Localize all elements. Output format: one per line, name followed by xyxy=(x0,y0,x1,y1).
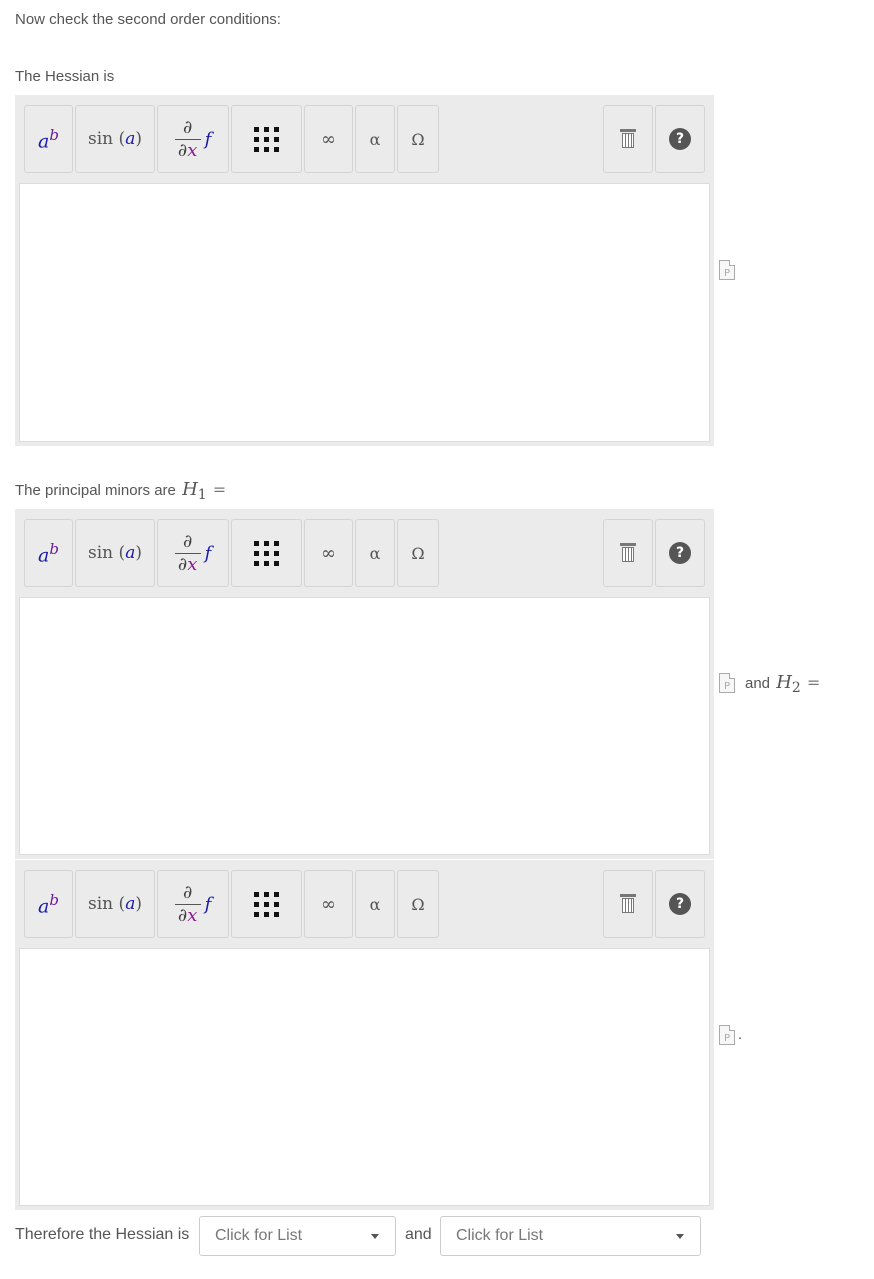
editor-toolbar: ab sin (a) ∂ ∂x f ∞ α Ω ? xyxy=(15,509,714,597)
help-icon: ? xyxy=(669,542,691,564)
omega-button[interactable]: Ω xyxy=(397,105,439,173)
math-input-area[interactable] xyxy=(19,183,710,442)
infinity-button[interactable]: ∞ xyxy=(304,105,353,173)
hessian-editor: ab sin (a) ∂ ∂x f ∞ α Ω ? xyxy=(15,95,714,446)
preview-doc-icon[interactable]: P xyxy=(719,260,735,280)
help-button[interactable]: ? xyxy=(655,519,705,587)
power-button[interactable]: ab xyxy=(24,870,73,938)
alpha-button[interactable]: α xyxy=(355,105,395,173)
matrix-icon xyxy=(254,891,279,917)
dropdown-caret-icon xyxy=(371,1234,379,1239)
preview-doc-icon[interactable]: P xyxy=(719,1025,735,1045)
therefore-label: Therefore the Hessian is xyxy=(15,1226,190,1243)
function-button[interactable]: sin (a) xyxy=(75,105,155,173)
alpha-button[interactable]: α xyxy=(355,870,395,938)
matrix-button[interactable] xyxy=(231,519,302,587)
matrix-icon xyxy=(254,540,279,566)
minors-label: The principal minors are H1 = xyxy=(15,479,227,503)
help-button[interactable]: ? xyxy=(655,870,705,938)
clear-button[interactable] xyxy=(603,105,653,173)
clear-button[interactable] xyxy=(603,519,653,587)
omega-button[interactable]: Ω xyxy=(397,519,439,587)
infinity-button[interactable]: ∞ xyxy=(304,519,353,587)
hessian-label: The Hessian is xyxy=(15,68,115,85)
trash-icon xyxy=(620,894,636,914)
intro-text: Now check the second order conditions: xyxy=(15,11,281,28)
h2-editor: ab sin (a) ∂ ∂x f ∞ α Ω ? xyxy=(15,860,714,1210)
help-icon: ? xyxy=(669,128,691,150)
hessian-definiteness-dropdown-1[interactable]: Click for List xyxy=(199,1216,396,1256)
h2-label: and H2 = xyxy=(745,672,821,696)
h1-editor: ab sin (a) ∂ ∂x f ∞ α Ω ? xyxy=(15,509,714,859)
conjunction-text: and xyxy=(405,1226,432,1243)
function-button[interactable]: sin (a) xyxy=(75,870,155,938)
function-button[interactable]: sin (a) xyxy=(75,519,155,587)
dropdown-caret-icon xyxy=(676,1234,684,1239)
matrix-button[interactable] xyxy=(231,105,302,173)
power-button[interactable]: ab xyxy=(24,105,73,173)
derivative-button[interactable]: ∂ ∂x f xyxy=(157,519,229,587)
dropdown-placeholder: Click for List xyxy=(456,1227,544,1244)
derivative-button[interactable]: ∂ ∂x f xyxy=(157,870,229,938)
help-icon: ? xyxy=(669,893,691,915)
period-text: . xyxy=(738,1026,743,1043)
editor-toolbar: ab sin (a) ∂ ∂x f ∞ α Ω ? xyxy=(15,95,714,183)
help-button[interactable]: ? xyxy=(655,105,705,173)
matrix-icon xyxy=(254,126,279,152)
trash-icon xyxy=(620,543,636,563)
hessian-definiteness-dropdown-2[interactable]: Click for List xyxy=(440,1216,701,1256)
omega-button[interactable]: Ω xyxy=(397,870,439,938)
matrix-button[interactable] xyxy=(231,870,302,938)
derivative-button[interactable]: ∂ ∂x f xyxy=(157,105,229,173)
dropdown-placeholder: Click for List xyxy=(215,1227,303,1244)
power-button[interactable]: ab xyxy=(24,519,73,587)
infinity-button[interactable]: ∞ xyxy=(304,870,353,938)
math-input-area[interactable] xyxy=(19,597,710,855)
preview-doc-icon[interactable]: P xyxy=(719,673,735,693)
editor-toolbar: ab sin (a) ∂ ∂x f ∞ α Ω ? xyxy=(15,860,714,948)
alpha-button[interactable]: α xyxy=(355,519,395,587)
math-input-area[interactable] xyxy=(19,948,710,1206)
clear-button[interactable] xyxy=(603,870,653,938)
trash-icon xyxy=(620,129,636,149)
